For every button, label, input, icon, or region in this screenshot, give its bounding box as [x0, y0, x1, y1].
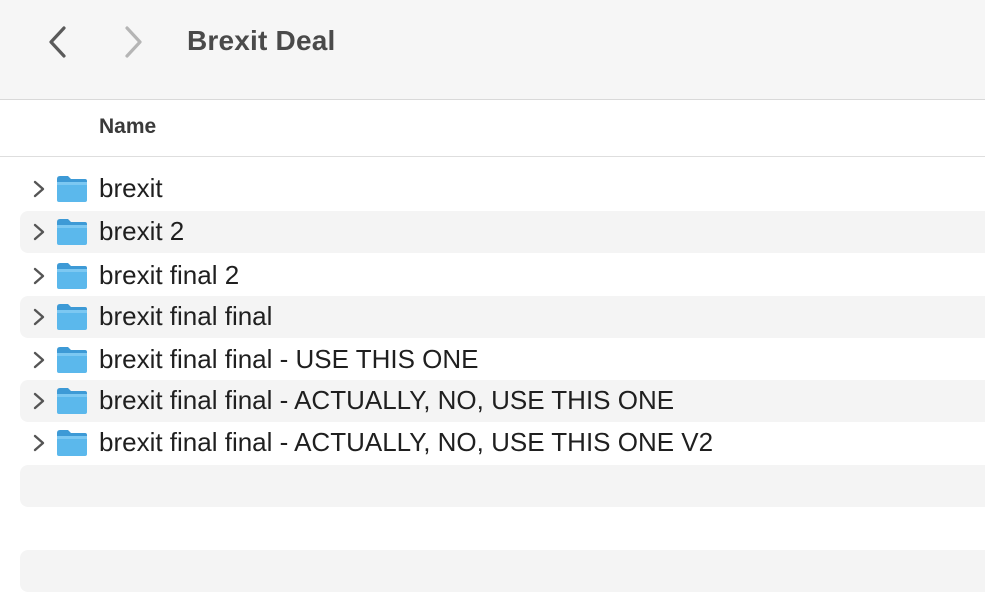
file-name: brexit final final - ACTUALLY, NO, USE T… [99, 427, 714, 457]
list-item[interactable]: brexit final 2 [20, 255, 985, 297]
file-name: brexit final final - ACTUALLY, NO, USE T… [99, 385, 675, 415]
disclosure-chevron-icon[interactable] [32, 267, 46, 285]
forward-button[interactable] [113, 22, 153, 62]
disclosure-chevron-icon[interactable] [32, 351, 46, 369]
file-name: brexit [99, 173, 163, 203]
folder-icon [57, 388, 87, 414]
folder-icon [57, 347, 87, 373]
column-header-name[interactable]: Name [99, 115, 156, 139]
disclosure-chevron-icon[interactable] [32, 392, 46, 410]
column-header: Name [0, 100, 985, 157]
list-item[interactable]: brexit final final - ACTUALLY, NO, USE T… [20, 422, 985, 464]
file-name: brexit final 2 [99, 260, 240, 290]
file-name: brexit final final - USE THIS ONE [99, 344, 479, 374]
folder-icon [57, 219, 87, 245]
folder-icon [57, 263, 87, 289]
window-title: Brexit Deal [187, 25, 336, 56]
folder-icon [57, 430, 87, 456]
list-item[interactable]: brexit final final - USE THIS ONE [20, 339, 985, 381]
disclosure-chevron-icon[interactable] [32, 223, 46, 241]
disclosure-chevron-icon[interactable] [32, 180, 46, 198]
title-bar: Brexit Deal [0, 0, 985, 100]
folder-icon [57, 176, 87, 202]
back-button[interactable] [38, 22, 78, 62]
disclosure-chevron-icon[interactable] [32, 434, 46, 452]
finder-window: Brexit Deal Name brexit brexit 2 brexit … [0, 0, 985, 597]
list-item[interactable]: brexit 2 [20, 211, 985, 253]
empty-row-stripe [20, 550, 985, 592]
file-name: brexit final final [99, 301, 273, 331]
empty-row-stripe [20, 465, 985, 507]
file-name: brexit 2 [99, 216, 185, 246]
chevron-left-icon [49, 26, 66, 58]
disclosure-chevron-icon[interactable] [32, 308, 46, 326]
list-item[interactable]: brexit final final - ACTUALLY, NO, USE T… [20, 380, 985, 422]
list-item[interactable]: brexit final final [20, 296, 985, 338]
chevron-right-icon [125, 26, 142, 58]
list-item[interactable]: brexit [20, 168, 985, 210]
folder-icon [57, 304, 87, 330]
